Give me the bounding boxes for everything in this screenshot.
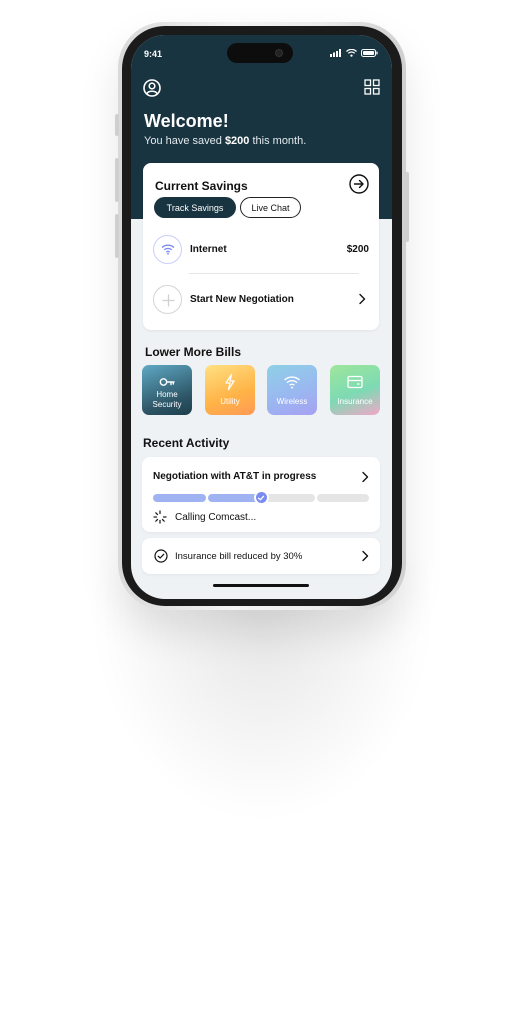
progress-segment [153, 494, 206, 502]
status-icons [330, 49, 378, 57]
tile-label: Wireless [276, 397, 308, 406]
wifi-icon [267, 373, 317, 391]
progress-segment [262, 494, 315, 502]
progress-segment [207, 494, 260, 502]
profile-icon[interactable] [143, 79, 161, 97]
negotiation-progress-bar [153, 490, 369, 505]
volume-up-button [115, 158, 119, 202]
bill-row-internet[interactable]: Internet $200 [153, 235, 369, 267]
track-savings-button[interactable]: Track Savings [154, 197, 236, 218]
arrow-right-circle-icon[interactable] [349, 174, 369, 194]
add-circle-icon [153, 285, 182, 314]
home-indicator [213, 584, 309, 587]
live-chat-button[interactable]: Live Chat [240, 197, 301, 218]
chevron-right-icon [362, 550, 369, 562]
battery-icon [361, 49, 378, 57]
status-bar: 9:41 [131, 35, 392, 75]
welcome-heading: Welcome! [144, 111, 229, 131]
wifi-status-icon [346, 49, 357, 57]
card-title: Current Savings [155, 179, 248, 193]
progress-check-icon [253, 490, 269, 505]
negotiation-title: Negotiation with AT&T in progress [153, 471, 317, 482]
top-bar [143, 79, 380, 99]
tile-home-security[interactable]: Home Security [142, 365, 192, 415]
loading-spinner-icon [153, 510, 167, 524]
tile-label-line1: Home [156, 390, 178, 399]
tile-insurance[interactable]: Insurance [330, 365, 380, 415]
volume-down-button [115, 214, 119, 258]
camera-icon [275, 49, 283, 57]
signal-icon [330, 49, 341, 57]
power-button [405, 172, 409, 242]
start-negotiation-label: Start New Negotiation [190, 294, 294, 305]
key-icon [142, 373, 192, 391]
negotiation-activity-card[interactable]: Negotiation with AT&T in progress Callin… [142, 457, 380, 532]
status-time: 9:41 [144, 49, 163, 59]
dynamic-island [227, 43, 293, 63]
subtitle-suffix: this month. [249, 135, 307, 147]
check-circle-icon [154, 549, 168, 563]
bill-name: Internet [190, 244, 227, 255]
grid-menu-icon[interactable] [364, 79, 380, 95]
tile-label: Insurance [337, 397, 373, 406]
tile-wireless[interactable]: Wireless [267, 365, 317, 415]
tile-label-line2: Security [152, 400, 182, 409]
insurance-activity-card[interactable]: Insurance bill reduced by 30% [142, 538, 380, 574]
app-screen: 9:41 Welcome! You have saved $200 this m… [131, 35, 392, 599]
mute-switch [115, 114, 119, 136]
lower-bills-title: Lower More Bills [145, 345, 242, 359]
subtitle-prefix: You have saved [144, 135, 225, 147]
tile-label: Utility [220, 397, 240, 406]
wallet-icon [330, 373, 380, 391]
subtitle-amount: $200 [224, 135, 250, 147]
calling-status: Calling Comcast... [175, 512, 257, 523]
chevron-right-icon [359, 293, 366, 305]
insurance-label: Insurance bill reduced by 30% [175, 551, 303, 562]
plus-icon [162, 294, 175, 307]
tile-utility[interactable]: Utility [205, 365, 255, 415]
bill-icon [153, 235, 182, 264]
lightning-icon [205, 373, 255, 391]
bill-category-tiles: Home Security Utility Wireless Insurance [142, 365, 380, 415]
savings-subtitle: You have saved $200 this month. [144, 135, 306, 147]
divider [189, 273, 359, 274]
recent-activity-title: Recent Activity [143, 436, 230, 450]
bill-amount: $200 [346, 244, 369, 255]
chevron-right-icon [362, 471, 369, 483]
current-savings-card: Current Savings Track Savings Live Chat … [143, 163, 379, 330]
progress-segment [316, 494, 369, 502]
wifi-icon [161, 244, 174, 255]
start-negotiation-row[interactable]: Start New Negotiation [153, 285, 369, 317]
